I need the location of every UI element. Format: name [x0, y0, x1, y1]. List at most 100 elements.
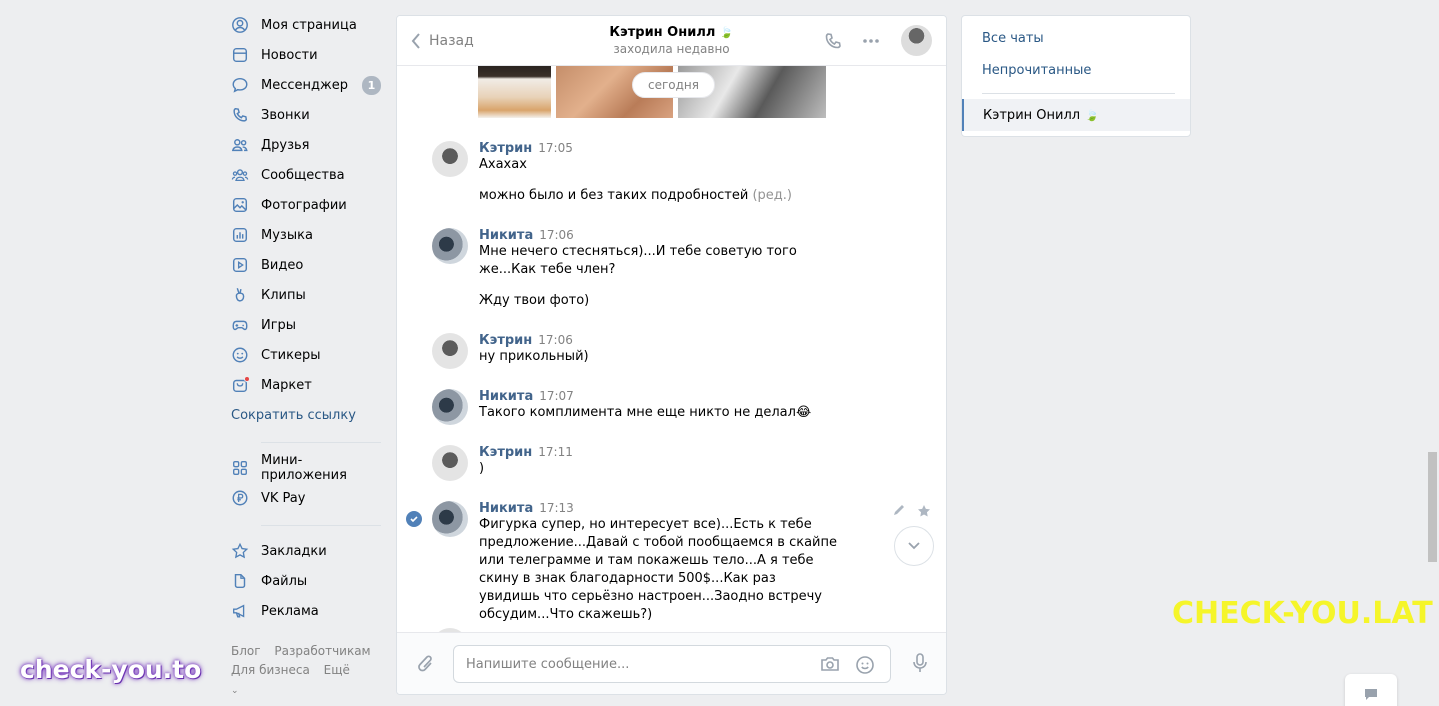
message-input-placeholder: Напишите сообщение...: [466, 656, 630, 672]
nav-communities[interactable]: Сообщества: [231, 160, 381, 190]
footer-more-label: Ещё: [323, 663, 350, 677]
scroll-down-button[interactable]: [894, 526, 934, 566]
filter-unread[interactable]: Непрочитанные: [962, 54, 1190, 86]
message-text: ): [479, 461, 485, 476]
message-time: 17:06: [539, 228, 574, 242]
nav-messenger[interactable]: Мессенджер 1: [231, 70, 381, 100]
nav-label: Фотографии: [261, 197, 347, 213]
nav-photos[interactable]: Фотографии: [231, 190, 381, 220]
footer-links: Блог Разработчикам Для бизнеса Ещё ⌄: [231, 642, 381, 701]
chat-header: Назад Кэтрин Онилл 🍃 заходила недавно: [397, 16, 946, 66]
message[interactable]: Кэтрин 17:05 Ахахах можно было и без таки…: [432, 141, 872, 205]
leaf-icon: 🍃: [719, 26, 734, 39]
file-icon: [231, 572, 249, 590]
avatar[interactable]: [432, 445, 468, 481]
message-text: Жду твои фото): [479, 293, 590, 308]
active-chat-name: Кэтрин Онилл: [983, 107, 1081, 123]
nav-market[interactable]: Маркет: [231, 370, 381, 400]
chevron-down-icon: ⌄: [231, 686, 239, 696]
avatar[interactable]: [432, 501, 468, 537]
left-navigation: Моя страница Новости Мессенджер 1 Звонки…: [231, 10, 381, 626]
message-selected[interactable]: Никита 17:13 Фигурка супер, но интересует…: [406, 501, 930, 624]
message-composer: Напишите сообщение...: [397, 632, 946, 694]
nav-files[interactable]: Файлы: [231, 566, 381, 596]
avatar[interactable]: [432, 389, 468, 425]
avatar[interactable]: [432, 228, 468, 264]
filter-all-chats[interactable]: Все чаты: [962, 22, 1190, 54]
message-author[interactable]: Кэтрин: [479, 333, 532, 348]
message-author[interactable]: Кэтрин: [479, 445, 532, 460]
photo-icon: [231, 196, 249, 214]
nav-stickers[interactable]: Стикеры: [231, 340, 381, 370]
nav-music[interactable]: Музыка: [231, 220, 381, 250]
footer-dev-link[interactable]: Разработчикам: [274, 644, 370, 658]
nav-mini-apps[interactable]: Мини-приложения: [231, 453, 381, 483]
emoji-button[interactable]: [855, 655, 875, 679]
message-author[interactable]: Кэтрин: [479, 141, 532, 156]
nav-label: Маркет: [261, 377, 312, 393]
chat-filter-panel: Все чаты Непрочитанные Кэтрин Онилл 🍃: [961, 15, 1191, 137]
message-history[interactable]: сегодня Кэтрин 17:05 Ахахах можно было и …: [397, 66, 946, 632]
more-dots-icon: [863, 39, 879, 43]
message-input[interactable]: Напишите сообщение...: [453, 645, 891, 683]
nav-vk-pay[interactable]: VK Pay: [231, 483, 381, 513]
avatar[interactable]: [432, 141, 468, 177]
nav-label: Музыка: [261, 227, 313, 243]
megaphone-icon: [231, 602, 249, 620]
message[interactable]: Кэтрин 17:06 ну прикольный): [432, 333, 872, 369]
camera-button[interactable]: [820, 655, 840, 677]
shorten-link[interactable]: Сократить ссылку: [231, 400, 381, 430]
message-author[interactable]: Никита: [479, 228, 533, 243]
nav-label: Мини-приложения: [261, 453, 347, 483]
nav-clips[interactable]: Клипы: [231, 280, 381, 310]
footer-blog-link[interactable]: Блог: [231, 644, 261, 658]
photo-thumbnail[interactable]: [478, 66, 551, 118]
footer-business-link[interactable]: Для бизнеса: [231, 663, 310, 677]
page-scrollbar[interactable]: [1428, 452, 1437, 562]
watermark-left: check-you.to: [20, 655, 202, 684]
user-circle-icon: [231, 16, 249, 34]
call-button[interactable]: [823, 31, 843, 55]
message-author[interactable]: Никита: [479, 389, 533, 404]
active-chat-item[interactable]: Кэтрин Онилл 🍃: [962, 99, 1190, 131]
camera-icon: [821, 657, 839, 671]
nav-calls[interactable]: Звонки: [231, 100, 381, 130]
nav-label: Видео: [261, 257, 304, 273]
message[interactable]: Никита 17:06 Мне нечего стесняться)...И т…: [432, 228, 872, 310]
notification-dot: [244, 376, 250, 382]
nav-my-page[interactable]: Моя страница: [231, 10, 381, 40]
nav-games[interactable]: Игры: [231, 310, 381, 340]
vkpay-icon: [231, 489, 249, 507]
nav-label: Файлы: [261, 573, 308, 589]
peer-avatar[interactable]: [901, 25, 932, 56]
nav-label: Игры: [261, 317, 297, 333]
nav-ads[interactable]: Реклама: [231, 596, 381, 626]
apps-icon: [231, 459, 249, 477]
edited-label: (ред.): [752, 188, 792, 203]
news-icon: [231, 46, 249, 64]
voice-message-button[interactable]: [912, 652, 928, 678]
star-icon[interactable]: [916, 503, 932, 519]
message[interactable]: Никита 17:07 Такого комплимента мне еще н…: [432, 389, 872, 425]
message-text-line: можно было и без таких подробностей: [479, 188, 749, 203]
attach-button[interactable]: [416, 653, 436, 679]
chevron-down-icon: [908, 542, 920, 550]
more-button[interactable]: [861, 31, 881, 55]
message-time: 17:13: [539, 501, 574, 515]
nav-news[interactable]: Новости: [231, 40, 381, 70]
nav-video[interactable]: Видео: [231, 250, 381, 280]
edit-pencil-icon[interactable]: [892, 503, 906, 517]
nav-label: Мессенджер: [261, 77, 348, 93]
nav-friends[interactable]: Друзья: [231, 130, 381, 160]
selected-check-icon[interactable]: [406, 511, 422, 527]
nav-label: Звонки: [261, 107, 310, 123]
message-author[interactable]: Никита: [479, 501, 533, 516]
message-time: 17:06: [538, 333, 573, 347]
avatar[interactable]: [432, 333, 468, 369]
message[interactable]: Кэтрин 17:11 ): [432, 445, 872, 481]
message-text: Мне нечего стесняться)...И тебе советую …: [479, 244, 797, 277]
nav-bookmarks[interactable]: Закладки: [231, 536, 381, 566]
star-icon: [231, 542, 249, 560]
phone-icon: [231, 106, 249, 124]
chat-help-button[interactable]: [1345, 674, 1397, 706]
